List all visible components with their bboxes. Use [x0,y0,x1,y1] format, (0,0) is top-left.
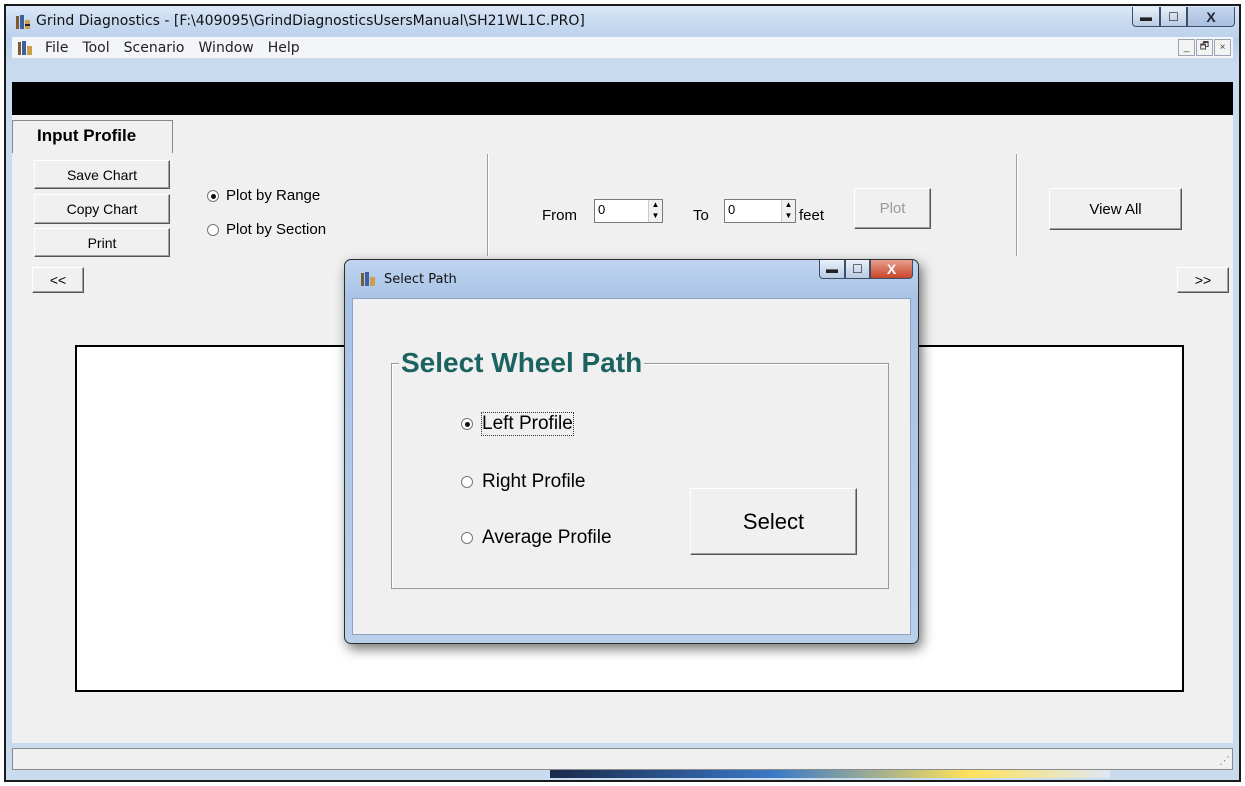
right-profile-radio[interactable]: Right Profile [461,471,586,493]
save-chart-button[interactable]: Save Chart [34,160,170,189]
menu-window[interactable]: Window [192,40,261,56]
left-profile-radio[interactable]: Left Profile [461,412,574,436]
toolbar-divider [487,154,489,256]
toolbar-divider [1016,154,1018,256]
left-profile-label: Left Profile [481,412,574,436]
dialog-client-area: Select Wheel Path Left Profile Right Pro… [352,298,911,635]
dialog-maximize-icon[interactable]: ☐ [845,260,870,279]
status-bar: ⋰ [12,748,1233,770]
plot-by-section-radio[interactable]: Plot by Section [207,221,326,238]
taskbar-strip [550,770,1110,778]
radio-selected-icon [207,189,219,202]
dialog-minimize-icon[interactable]: ▬ [819,260,845,279]
black-banner [12,82,1233,115]
mdi-minimize-icon[interactable]: _ [1178,39,1195,56]
plot-by-range-label: Plot by Range [226,187,321,204]
mdi-close-icon[interactable]: × [1214,39,1231,56]
window-title: Grind Diagnostics - [F:\409095\GrindDiag… [36,13,585,29]
view-all-button[interactable]: View All [1049,188,1182,230]
select-path-dialog: Select Path ▬ ☐ X Select Wheel Path Left… [344,259,919,644]
spin-down-icon[interactable]: ▼ [782,211,795,222]
average-profile-label: Average Profile [482,527,612,548]
radio-unselected-icon [461,476,473,488]
radio-selected-icon [461,418,473,430]
menu-tool[interactable]: Tool [75,40,116,56]
next-page-button[interactable]: >> [1177,267,1229,293]
menu-file[interactable]: File [38,40,75,56]
dialog-title: Select Path [384,272,457,287]
spin-up-icon[interactable]: ▲ [649,200,662,211]
dialog-window-controls: ▬ ☐ X [819,260,913,279]
spin-up-icon[interactable]: ▲ [782,200,795,211]
menu-bar: File Tool Scenario Window Help _ 🗗 × [12,37,1233,59]
copy-chart-button[interactable]: Copy Chart [34,194,170,224]
to-label: To [693,207,709,224]
plot-by-section-label: Plot by Section [226,221,327,238]
mdi-doc-icon[interactable] [17,40,33,56]
from-spinner[interactable]: 0 ▲ ▼ [594,199,663,223]
select-button[interactable]: Select [690,488,857,555]
to-spinner[interactable]: 0 ▲ ▼ [724,199,796,223]
resize-grip-icon[interactable]: ⋰ [1219,754,1230,767]
from-value: 0 [598,202,606,217]
title-bar[interactable]: Grind Diagnostics - [F:\409095\GrindDiag… [6,6,1239,38]
app-logo-icon [16,15,30,29]
tab-input-profile[interactable]: Input Profile [12,120,173,153]
average-profile-radio[interactable]: Average Profile [461,527,612,549]
spin-down-icon[interactable]: ▼ [649,211,662,222]
menu-scenario[interactable]: Scenario [117,40,192,56]
menu-help[interactable]: Help [261,40,307,56]
maximize-icon[interactable]: ☐ [1160,7,1187,27]
from-label: From [542,207,577,224]
minimize-icon[interactable]: ▬ [1132,7,1160,27]
close-icon[interactable]: X [1187,7,1235,27]
mdi-restore-icon[interactable]: 🗗 [1196,39,1213,56]
window-controls: ▬ ☐ X [1132,7,1235,27]
dialog-close-icon[interactable]: X [870,260,913,279]
plot-by-range-radio[interactable]: Plot by Range [207,187,320,204]
radio-unselected-icon [207,223,219,236]
radio-unselected-icon [461,532,473,544]
print-button[interactable]: Print [34,228,170,257]
right-profile-label: Right Profile [482,471,586,492]
dialog-app-icon [361,272,375,286]
to-value: 0 [728,202,736,217]
feet-unit-label: feet [799,207,825,224]
plot-button[interactable]: Plot [854,188,931,229]
prev-page-button[interactable]: << [32,267,84,293]
wheel-path-group-title: Select Wheel Path [399,347,645,379]
